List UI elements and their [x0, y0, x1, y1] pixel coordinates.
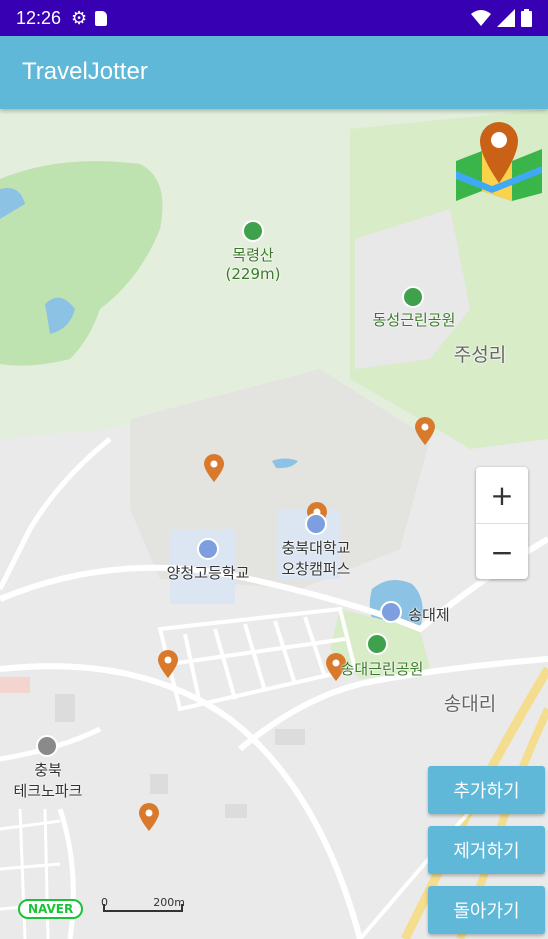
map-marker[interactable]: [415, 417, 435, 445]
map-view[interactable]: 목령산 (229m) 동성근린공원 주성리 양청고등학교 충북대학교 오창캠퍼스…: [0, 109, 548, 939]
juseong-ri-label: 주성리: [453, 344, 507, 366]
status-bar: 12:26 ⚙: [0, 0, 548, 36]
mountain-name: 목령산: [232, 246, 274, 264]
add-button[interactable]: 추가하기: [428, 766, 545, 814]
zoom-control: + −: [476, 467, 528, 579]
songdaeje-label: 송대제: [408, 606, 450, 624]
map-scale: 0 200m: [101, 896, 185, 912]
yangcheong-school-label: 양청고등학교: [166, 564, 250, 582]
scale-line: [103, 910, 183, 912]
cbnu-line2: 오창캠퍼스: [281, 560, 351, 578]
back-button[interactable]: 돌아가기: [428, 886, 545, 934]
map-pin-icon: [456, 122, 542, 201]
mountain-icon: [242, 220, 264, 242]
map-marker[interactable]: [158, 650, 178, 678]
cbnu-label: 충북대학교 오창캠퍼스: [268, 537, 364, 579]
sd-card-icon: [95, 10, 108, 26]
app-title: TravelJotter: [22, 58, 148, 85]
scale-zero-label: 0: [101, 896, 108, 909]
map-marker[interactable]: [204, 454, 224, 482]
app-bar: TravelJotter: [0, 36, 548, 109]
zoom-in-button[interactable]: +: [476, 467, 528, 523]
university-icon: [305, 513, 327, 535]
park-icon: [366, 633, 388, 655]
map-marker[interactable]: [139, 803, 159, 831]
place-icon: [36, 735, 58, 757]
technopark-label: 충북 테크노파크: [6, 759, 90, 801]
naver-logo[interactable]: NAVER: [18, 899, 84, 919]
scale-distance-label: 200m: [153, 896, 185, 909]
reservoir-icon: [380, 601, 402, 623]
settings-icon: ⚙: [71, 7, 88, 29]
dongseong-park-label: 동성근린공원: [372, 311, 456, 329]
remove-button[interactable]: 제거하기: [428, 826, 545, 874]
status-icons: [471, 9, 532, 27]
technopark-line1: 충북: [34, 761, 62, 779]
battery-icon: [521, 9, 532, 27]
mountain-label: 목령산 (229m): [212, 244, 294, 283]
signal-icon: [497, 9, 515, 27]
status-time: 12:26: [16, 7, 62, 28]
mountain-height: (229m): [225, 265, 281, 283]
cbnu-line1: 충북대학교: [281, 539, 351, 557]
park-icon: [402, 286, 424, 308]
map-background: [0, 109, 548, 939]
zoom-out-button[interactable]: −: [476, 523, 528, 580]
songdae-ri-label: 송대리: [443, 693, 497, 715]
technopark-line2: 테크노파크: [13, 782, 83, 800]
wifi-icon: [471, 10, 491, 26]
school-icon: [197, 538, 219, 560]
songdae-park-label: 송대근린공원: [340, 660, 424, 678]
